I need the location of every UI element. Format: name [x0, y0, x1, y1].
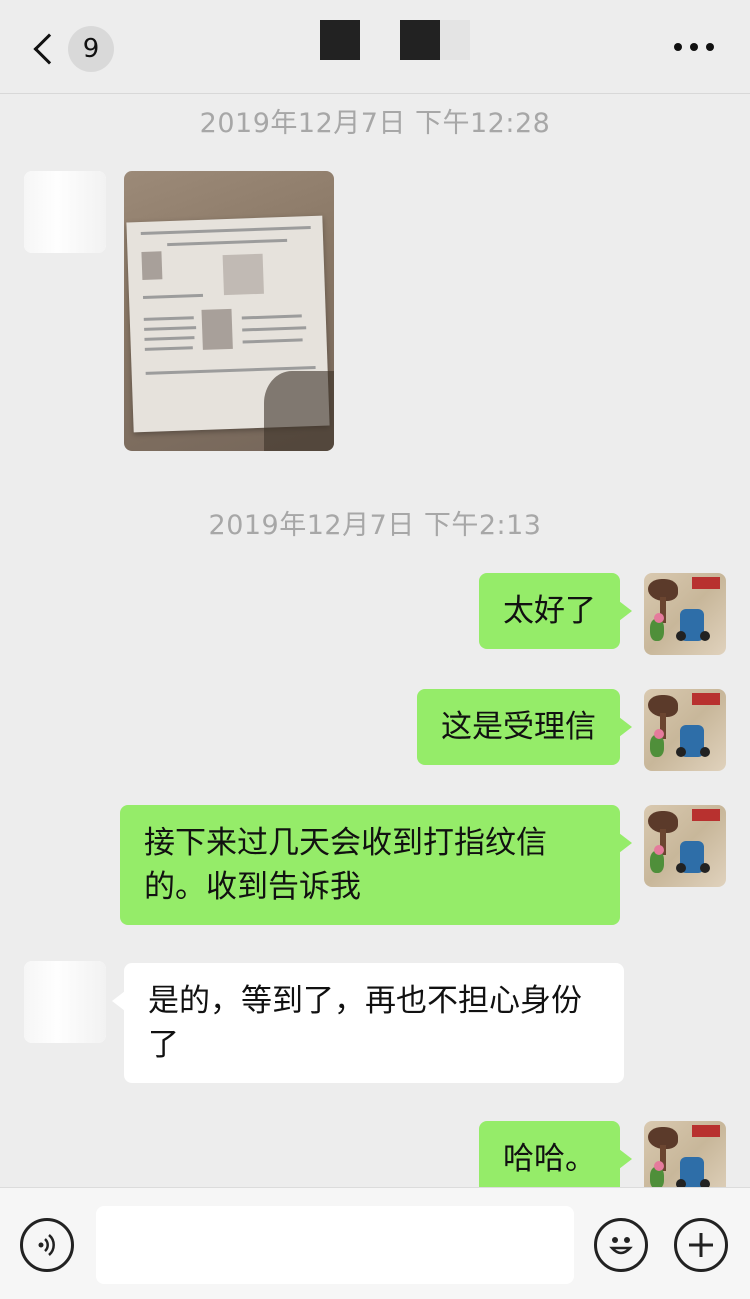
voice-icon — [38, 1234, 55, 1256]
timestamp: 2019年12月7日 下午12:28 — [199, 108, 551, 139]
more-dot-icon — [674, 43, 682, 51]
message-list[interactable]: 2019年12月7日 下午12:28 2019年12月7日 下午2:13 太好了 — [0, 95, 750, 1187]
chat-title-redacted — [320, 20, 360, 60]
chat-title-fade — [440, 20, 470, 60]
timestamp: 2019年12月7日 下午2:13 — [208, 510, 542, 541]
sent-message[interactable]: 这是受理信 — [417, 689, 632, 765]
chat-header: 9 — [0, 0, 750, 94]
chat-title-redacted-2 — [400, 20, 440, 60]
image-message[interactable] — [124, 171, 334, 451]
more-functions-button[interactable] — [674, 1218, 728, 1272]
message-input[interactable] — [96, 1206, 574, 1284]
emoji-button[interactable] — [594, 1218, 648, 1272]
my-avatar[interactable] — [644, 573, 726, 655]
input-bar — [0, 1187, 750, 1299]
my-avatar[interactable] — [644, 805, 726, 887]
contact-avatar[interactable] — [24, 961, 106, 1043]
received-message[interactable]: 是的，等到了，再也不担心身份了 — [112, 963, 624, 1083]
plus-icon — [689, 1233, 713, 1257]
unread-count-badge: 9 — [68, 26, 114, 72]
sent-message[interactable]: 接下来过几天会收到打指纹信的。收到告诉我 — [120, 805, 632, 925]
more-dot-icon — [690, 43, 698, 51]
my-avatar[interactable] — [644, 689, 726, 771]
sent-message[interactable]: 哈哈。 — [479, 1121, 632, 1187]
more-dot-icon — [706, 43, 714, 51]
chevron-left-icon — [33, 33, 65, 65]
sent-message[interactable]: 太好了 — [479, 573, 632, 649]
my-avatar[interactable] — [644, 1121, 726, 1187]
emoji-icon — [609, 1237, 633, 1255]
more-options-button[interactable] — [674, 40, 714, 54]
back-button[interactable]: 9 — [28, 26, 118, 72]
voice-input-button[interactable] — [20, 1218, 74, 1272]
contact-avatar[interactable] — [24, 171, 106, 253]
